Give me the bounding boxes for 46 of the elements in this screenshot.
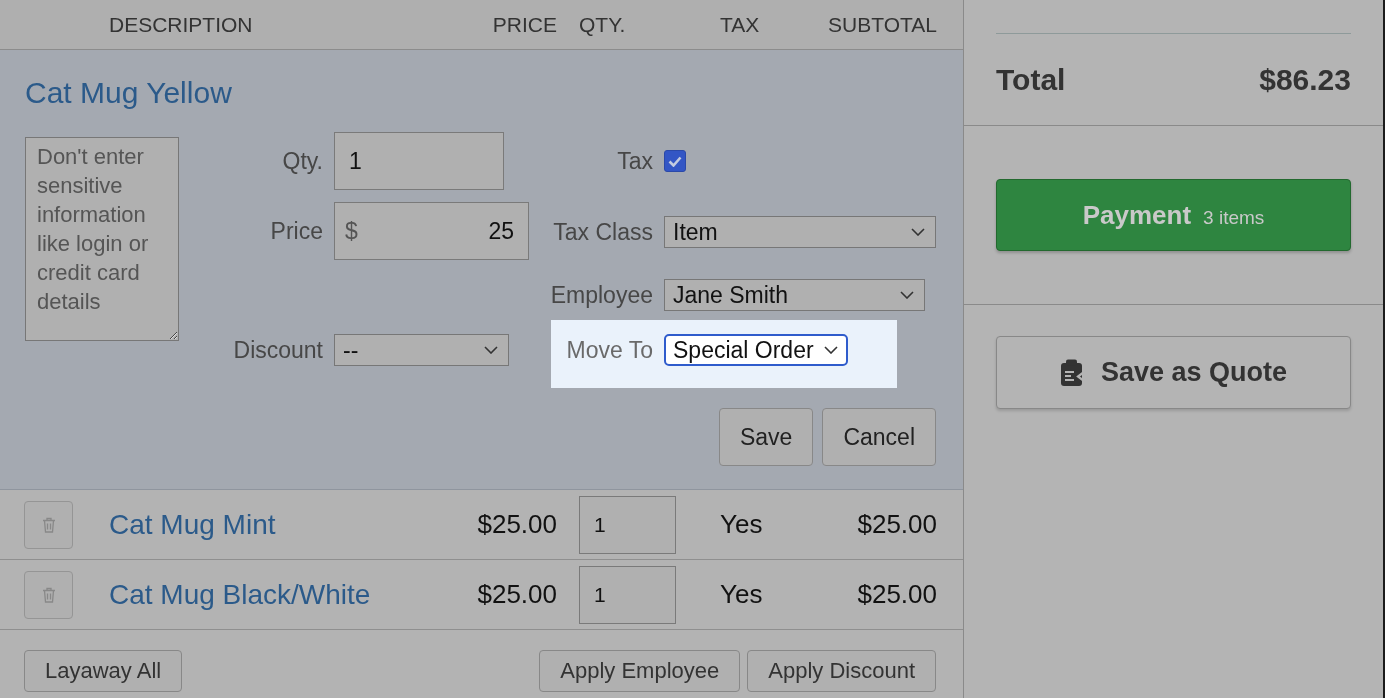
delete-button[interactable]	[24, 500, 73, 549]
form-button[interactable]: Cancel	[822, 408, 936, 466]
chevron-down-icon	[911, 228, 925, 236]
checkbox[interactable]	[664, 150, 686, 172]
select-dropdown[interactable]: Jane Smith	[664, 279, 925, 311]
item-tax: Yes	[719, 509, 764, 540]
trash-icon	[41, 516, 56, 533]
field-label: Price	[269, 217, 323, 245]
clipboard-icon	[1059, 358, 1085, 387]
notes-field[interactable]: Don't enter sensitive information like login or credit card details	[25, 137, 179, 341]
checkmark-icon	[668, 155, 682, 167]
field-label: Employee	[549, 281, 653, 309]
delete-button[interactable]	[24, 570, 73, 619]
chevron-down-icon	[484, 346, 498, 354]
select-dropdown[interactable]: Item	[664, 216, 936, 248]
price-field[interactable]: $ 25	[334, 202, 529, 260]
field-label: Qty.	[281, 147, 323, 175]
column-header: SUBTOTAL	[828, 12, 937, 37]
action-button[interactable]: Apply Employee	[539, 650, 741, 692]
item-price: $25.00	[477, 509, 557, 540]
item-price: $25.00	[477, 579, 557, 610]
field-label: Tax Class	[552, 218, 653, 246]
column-header: TAX	[719, 12, 761, 37]
save-quote-button[interactable]: Save as Quote	[996, 336, 1351, 409]
total-amount: $86.23	[1259, 62, 1351, 97]
chevron-down-icon	[900, 291, 914, 299]
text-field[interactable]: 1	[334, 132, 504, 190]
item-subtotal: $25.00	[857, 579, 937, 610]
chevron-down-icon	[824, 346, 838, 354]
column-header: DESCRIPTION	[109, 12, 254, 37]
field-label: Discount	[232, 336, 323, 364]
select-dropdown[interactable]: Special Order	[664, 334, 848, 366]
form-button[interactable]: Save	[718, 408, 814, 466]
field-label: Tax	[616, 147, 653, 175]
item-tax: Yes	[719, 579, 764, 610]
qty-field[interactable]: 1	[579, 495, 676, 554]
select-dropdown[interactable]: --	[334, 334, 509, 366]
item-subtotal: $25.00	[857, 509, 937, 540]
action-button[interactable]: Apply Discount	[747, 650, 936, 692]
qty-field[interactable]: 1	[579, 565, 676, 624]
column-header: QTY.	[578, 12, 627, 37]
trash-icon	[41, 586, 56, 603]
column-header: PRICE	[492, 12, 557, 37]
action-button[interactable]: Layaway All	[24, 650, 183, 692]
total-label: Total	[996, 62, 1066, 97]
field-label: Move To	[565, 336, 653, 364]
